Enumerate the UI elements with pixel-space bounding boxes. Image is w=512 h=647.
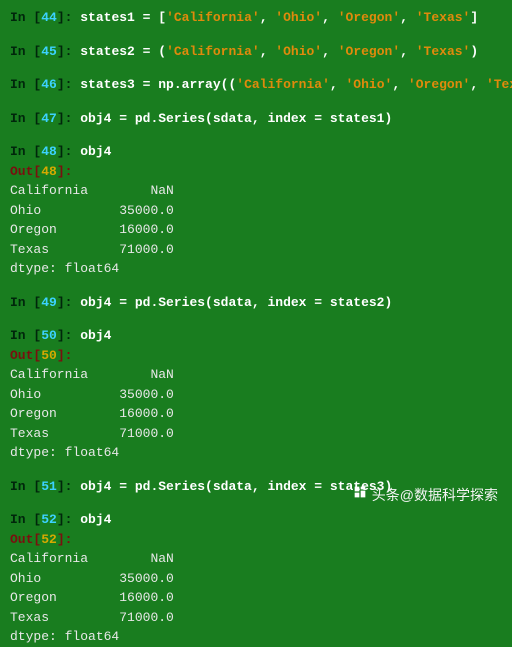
code-cell-50: In [50]: obj4 — [10, 326, 502, 346]
output-row: California NaN — [10, 181, 502, 201]
output-row: Oregon 16000.0 — [10, 404, 502, 424]
code-cell-49: In [49]: obj4 = pd.Series(sdata, index =… — [10, 293, 502, 313]
string-literal: 'California' — [166, 10, 260, 25]
code-cell-45: In [45]: states2 = ('California', 'Ohio'… — [10, 42, 502, 62]
dtype-line: dtype: float64 — [10, 627, 502, 647]
output-row: Texas 71000.0 — [10, 424, 502, 444]
out-prompt-50: Out[50]: — [10, 346, 502, 366]
watermark-text: 头条@数据科学探索 — [372, 485, 498, 506]
code-cell-46: In [46]: states3 = np.array(('California… — [10, 75, 502, 95]
output-row: Texas 71000.0 — [10, 240, 502, 260]
code-cell-48: In [48]: obj4 — [10, 142, 502, 162]
output-row: Oregon 16000.0 — [10, 220, 502, 240]
in-prompt: In [ — [10, 10, 41, 25]
code-text: states1 = [ — [80, 10, 166, 25]
output-row: Ohio 35000.0 — [10, 201, 502, 221]
output-row: Texas 71000.0 — [10, 608, 502, 628]
code-cell-52: In [52]: obj4 — [10, 510, 502, 530]
output-row: California NaN — [10, 365, 502, 385]
output-row: California NaN — [10, 549, 502, 569]
out-prompt-52: Out[52]: — [10, 530, 502, 550]
in-num: 44 — [41, 10, 57, 25]
output-row: Ohio 35000.0 — [10, 385, 502, 405]
dtype-line: dtype: float64 — [10, 443, 502, 463]
code-cell-44: In [44]: states1 = ['California', 'Ohio'… — [10, 8, 502, 28]
output-row: Ohio 35000.0 — [10, 569, 502, 589]
out-prompt-48: Out[48]: — [10, 162, 502, 182]
output-row: Oregon 16000.0 — [10, 588, 502, 608]
code-cell-47: In [47]: obj4 = pd.Series(sdata, index =… — [10, 109, 502, 129]
watermark: 头条@数据科学探索 — [352, 484, 498, 506]
dtype-line: dtype: float64 — [10, 259, 502, 279]
watermark-icon — [352, 484, 368, 506]
